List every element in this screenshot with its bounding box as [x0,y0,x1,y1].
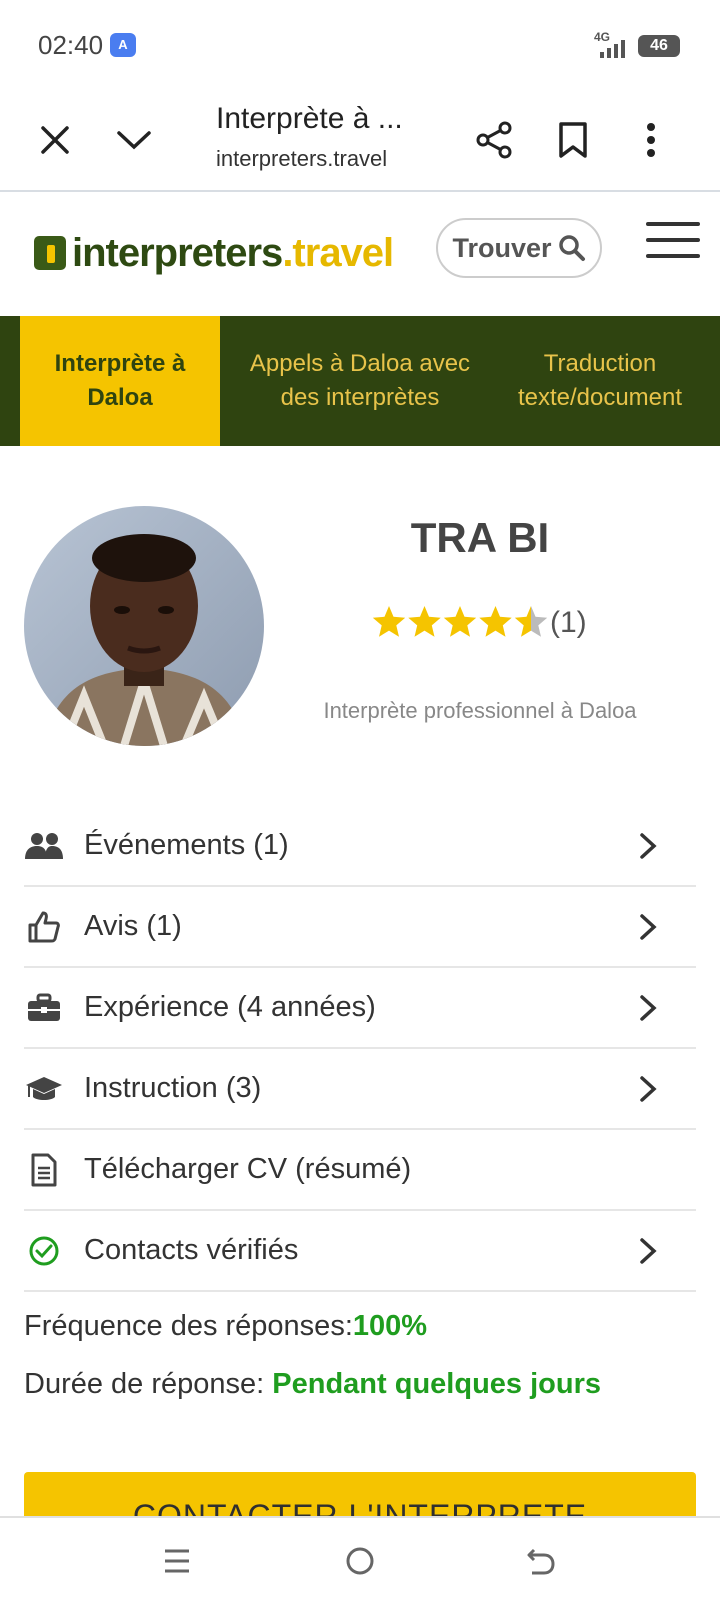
list-item-label: Expérience (4 années) [84,991,376,1023]
list-item-verified-contacts[interactable]: Contacts vérifiés [24,1211,696,1292]
star-icon [479,606,512,637]
find-button-label: Trouver [452,232,552,263]
status-time: 02:40 [38,30,104,60]
site-logo[interactable]: interpreters.travel [34,228,394,278]
translate-icon: A [110,33,136,57]
site-header: interpreters.travel Trouver [0,192,720,316]
rating-count: (1) [550,606,587,639]
list-item-label: Avis (1) [84,910,182,942]
star-icon [372,606,406,637]
list-item-events[interactable]: Événements (1) [24,806,696,887]
response-frequency: Fréquence des réponses:100% [24,1310,696,1368]
find-button[interactable]: Trouver [436,218,602,278]
graduation-cap-icon [24,1069,64,1109]
star-icon [443,606,477,637]
avatar [24,506,264,746]
home-icon[interactable] [335,1536,385,1586]
back-icon[interactable] [516,1536,566,1586]
close-icon[interactable] [27,112,83,168]
chevron-right-icon [640,1076,657,1102]
profile-name: TRA BI [410,514,550,561]
star-icon [514,606,548,637]
response-duration: Durée de réponse: Pendant quelques jours [24,1368,696,1426]
url-text[interactable]: interpreters.travel [216,146,416,172]
more-vert-icon[interactable] [623,112,679,168]
response-duration-value: Pendant quelques jours [272,1368,601,1400]
battery-icon: 46 [638,35,680,57]
list-item-download-cv[interactable]: Télécharger CV (résumé) [24,1130,696,1211]
search-icon [558,235,585,261]
browser-toolbar: Interprète à ... interpreters.travel [0,90,720,192]
list-item-label: Télécharger CV (résumé) [84,1153,412,1185]
chevron-right-icon [640,914,657,940]
recent-apps-icon[interactable] [152,1536,202,1586]
system-nav-bar [0,1516,720,1600]
signal-icon [600,40,625,58]
response-frequency-label: Fréquence des réponses: [24,1310,353,1342]
logo-mark-icon [34,236,66,270]
logo-tld-text: .travel [282,230,394,275]
list-item-label: Instruction (3) [84,1072,262,1104]
page-title: Interprète à ... [216,102,403,135]
star-icon [408,606,441,637]
chevron-right-icon [640,995,657,1021]
section-tabs: Interprète à Daloa Appels à Daloa avec d… [0,316,720,446]
check-circle-icon [24,1231,64,1271]
list-item-education[interactable]: Instruction (3) [24,1049,696,1130]
thumbs-up-icon [24,907,64,947]
hamburger-menu-icon[interactable] [646,222,700,262]
profile-menu-list: Événements (1) Avis (1) Expérience (4 an… [24,806,696,1292]
chevron-right-icon [640,833,657,859]
tab-interpreter[interactable]: Interprète à Daloa [20,316,220,446]
list-item-label: Contacts vérifiés [84,1234,299,1266]
tab-translation[interactable]: Traduction texte/document [490,316,710,446]
rating[interactable]: (1) [372,606,587,640]
list-item-label: Événements (1) [84,829,289,861]
profile-subtitle: Interprète professionnel à Daloa [323,698,637,723]
briefcase-icon [24,988,64,1028]
list-item-reviews[interactable]: Avis (1) [24,887,696,968]
response-duration-label: Durée de réponse: [24,1368,273,1400]
users-icon [24,826,64,866]
tab-calls[interactable]: Appels à Daloa avec des interprètes [240,316,480,446]
status-bar: 02:40 A 4G 46 [0,0,720,90]
share-icon[interactable] [466,112,522,168]
response-frequency-value: 100% [352,1310,428,1342]
list-item-experience[interactable]: Expérience (4 années) [24,968,696,1049]
response-stats: Fréquence des réponses:100% Durée de rép… [24,1310,696,1426]
document-icon [24,1150,64,1190]
logo-main-text: interpreters [72,230,283,275]
bookmark-icon[interactable] [545,112,601,168]
rating-stars [372,606,548,637]
chevron-right-icon [640,1238,657,1264]
chevron-down-icon[interactable] [106,112,162,168]
